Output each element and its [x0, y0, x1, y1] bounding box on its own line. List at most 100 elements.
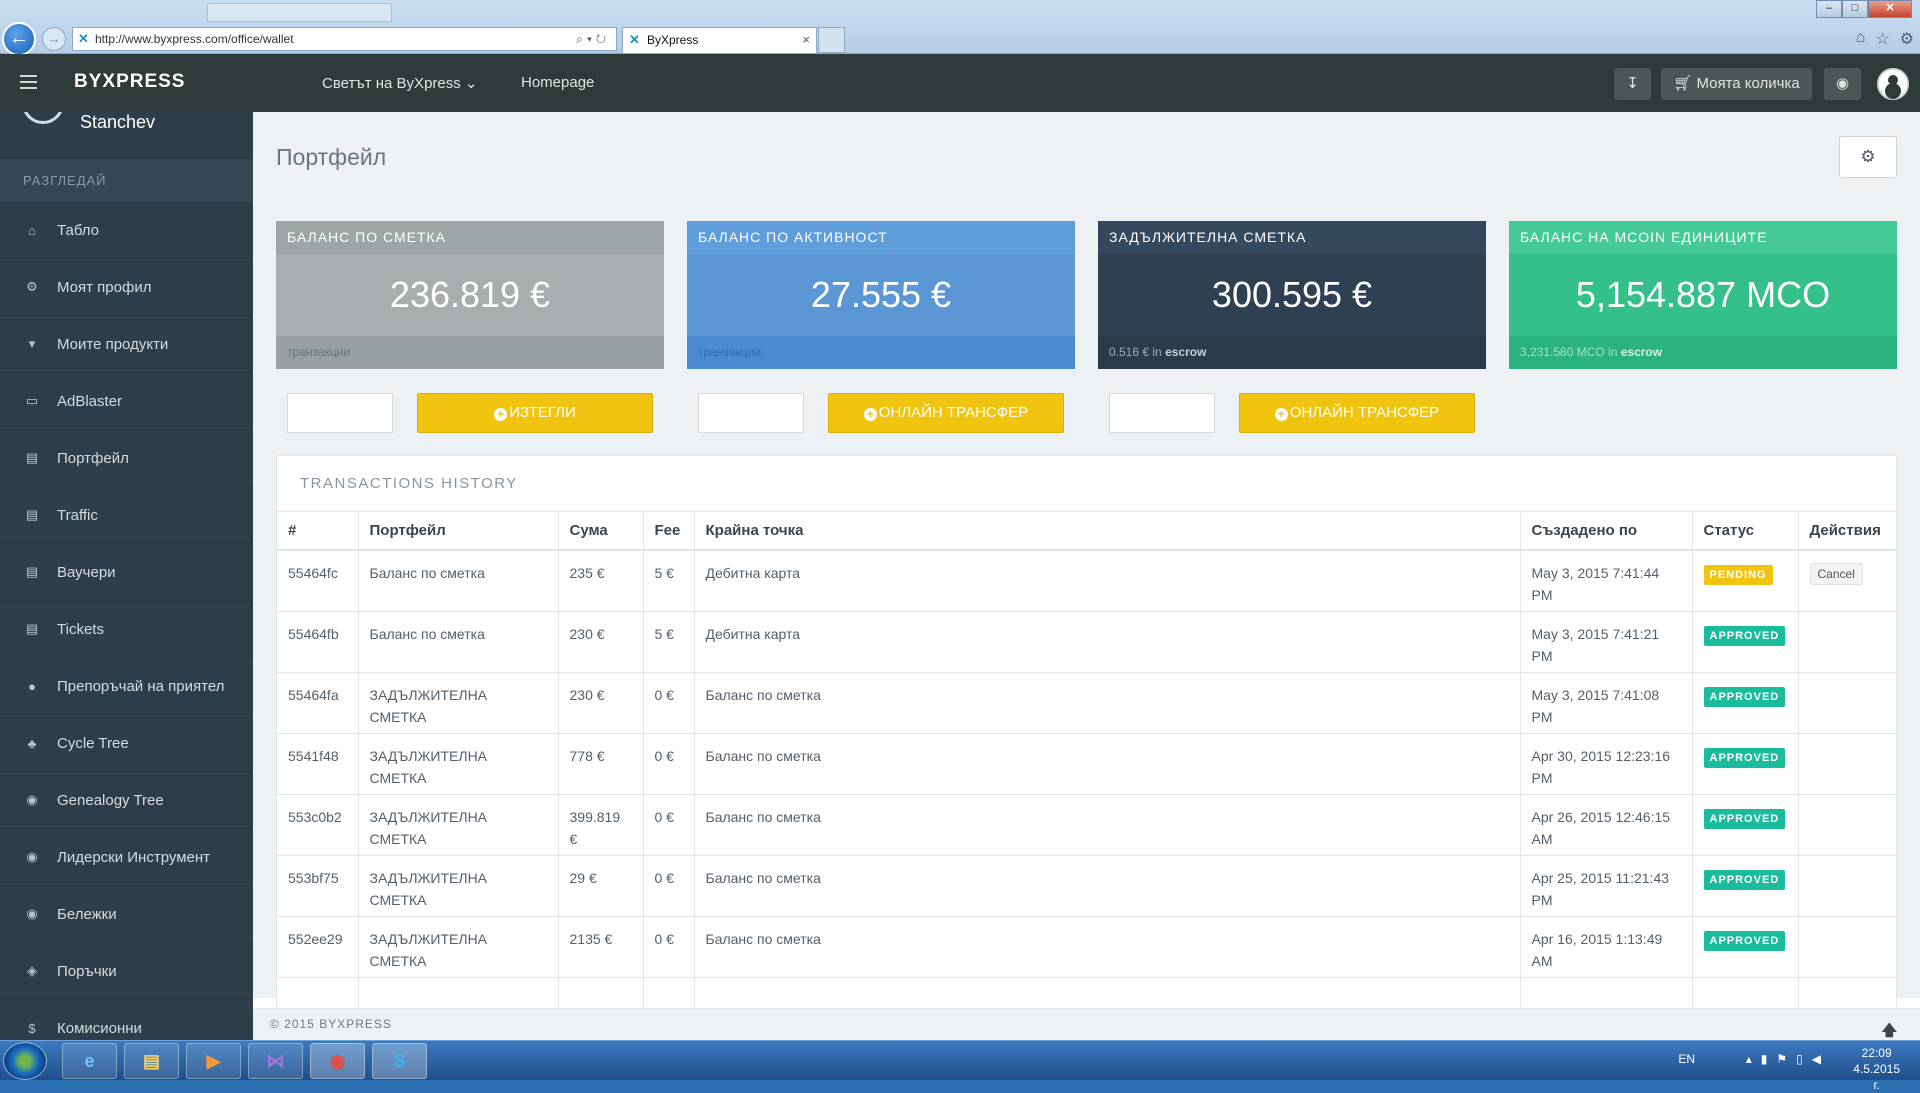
sidebar-user-name[interactable]: Stanchev [80, 112, 155, 133]
settings-gear-icon[interactable]: ⚙ [1900, 29, 1914, 49]
cell-id: 55464fa [277, 672, 359, 734]
favorites-star-icon[interactable]: ☆ [1875, 29, 1889, 49]
withdraw-amount-input[interactable] [287, 393, 393, 433]
nav-world-dropdown[interactable]: Светът на ByXpress ⌄ [322, 74, 477, 92]
sidebar-item-traffic[interactable]: ▤ Traffic [0, 487, 253, 544]
start-button[interactable] [3, 1042, 47, 1080]
column-header-created[interactable]: Създадено по [1520, 512, 1693, 551]
cell-status: PENDING [1692, 550, 1799, 612]
mandatory-transfer-amount-input[interactable] [1109, 393, 1215, 433]
sidebar-item-vouchers[interactable]: ▤ Ваучери [0, 544, 253, 601]
sidebar-avatar[interactable] [22, 112, 64, 124]
mandatory-online-transfer-button[interactable]: + ОНЛАЙН ТРАНСФЕР [1239, 393, 1475, 433]
cell-wallet: ЗАДЪЛЖИТЕЛНА СМЕТКА [358, 916, 559, 978]
sidebar-item-profile[interactable]: ⚙ Моят профил [0, 259, 253, 316]
table-row: 552ee29 ЗАДЪЛЖИТЕЛНА СМЕТКА 2135 € 0 € Б… [277, 916, 1897, 978]
user-avatar-button[interactable] [1877, 68, 1909, 100]
plus-circle-icon: + [863, 408, 877, 421]
background-tab[interactable] [207, 3, 392, 22]
sidebar-item-tickets[interactable]: ▤ Tickets [0, 601, 253, 658]
stat-footer-link[interactable]: транзакции [687, 336, 1075, 369]
cell-amount: 29 € [558, 855, 644, 917]
sidebar-item-adblaster[interactable]: ▭ AdBlaster [0, 373, 253, 430]
maximize-button[interactable]: □ [1842, 0, 1868, 18]
tree-icon: ♣ [27, 735, 37, 751]
address-bar[interactable]: ✕ http://www.byxpress.com/office/wallet … [72, 27, 617, 51]
sidebar-item-commissions[interactable]: $ Комисионни [0, 1000, 253, 1040]
menu-toggle-icon[interactable] [20, 75, 37, 89]
cell-fee: 0 € [643, 855, 695, 917]
file-explorer-taskbar-icon[interactable]: ▤ [124, 1043, 179, 1079]
home-icon: ⌂ [28, 222, 36, 238]
sidebar-item-orders[interactable]: ◈ Поръчки [0, 943, 253, 1000]
column-header-status[interactable]: Статус [1692, 512, 1799, 551]
card-icon: ▤ [25, 507, 39, 522]
plus-circle-icon: + [1274, 408, 1288, 421]
online-transfer-button-label: ОНЛАЙН ТРАНСФЕР [878, 404, 1029, 421]
new-tab-button[interactable] [818, 27, 845, 53]
brand-logo[interactable]: BYXPRESS [74, 71, 185, 93]
language-button[interactable]: ◉ [1824, 68, 1861, 100]
address-controls[interactable]: ⌕▾↻ [576, 28, 610, 50]
sidebar-item-label: Портфейл [57, 449, 129, 467]
cart-button[interactable]: 🛒︎ Моята количка [1661, 68, 1812, 100]
stat-footer-link[interactable]: транзакции [276, 336, 664, 369]
sidebar-item-cycle-tree[interactable]: ♣ Cycle Tree [0, 715, 253, 772]
active-tab[interactable]: ✕ ByXpress × [622, 27, 817, 53]
cell-actions: Cancel [1798, 550, 1897, 612]
back-button[interactable]: ← [2, 22, 36, 56]
sidebar-item-products[interactable]: ▾ Моите продукти [0, 316, 253, 373]
tab-close-icon[interactable]: × [802, 28, 810, 52]
scroll-top-icon[interactable]: 🡅 [1882, 1015, 1898, 1040]
tab-title: ByXpress [647, 33, 699, 47]
cell-status: APPROVED [1692, 916, 1799, 978]
page-settings-button[interactable]: ⚙ [1839, 136, 1897, 178]
forward-button[interactable]: → [42, 27, 66, 51]
home-icon[interactable]: ⌂ [1856, 29, 1866, 49]
sidebar-item-genealogy-tree[interactable]: ◉ Genealogy Tree [0, 772, 253, 829]
column-header-id[interactable]: # [277, 512, 359, 551]
sidebar-item-leader-tool[interactable]: ◉ Лидерски Инструмент [0, 829, 253, 886]
column-header-wallet[interactable]: Портфейл [358, 512, 559, 551]
language-indicator[interactable]: EN [1678, 1052, 1695, 1066]
stat-heading: БАЛАНС НА MCOIN ЕДИНИЦИТЕ [1509, 221, 1897, 254]
sidebar-item-label: Traffic [57, 506, 98, 524]
tray-icons[interactable]: ▴▮⚑▯◀ [1746, 1052, 1830, 1066]
clock-date: 4.5.2015 г. [1853, 1062, 1900, 1092]
column-header-fee[interactable]: Fee [643, 512, 695, 551]
sidebar-item-wallet[interactable]: ▤ Портфейл [0, 430, 253, 487]
sidebar-item-label: Cycle Tree [57, 734, 129, 752]
stat-footer-escrow: escrow [1165, 345, 1207, 359]
transactions-history-panel: TRANSACTIONS HISTORY # Портфейл Сума Fee… [276, 455, 1897, 1018]
sidebar-item-label: Бележки [57, 905, 117, 923]
close-window-button[interactable]: ✕ [1868, 0, 1912, 18]
column-header-amount[interactable]: Сума [558, 512, 644, 551]
internet-explorer-taskbar-icon[interactable]: e [62, 1043, 117, 1079]
media-player-taskbar-icon[interactable]: ▶ [186, 1043, 241, 1079]
online-transfer-button[interactable]: + ОНЛАЙН ТРАНСФЕР [828, 393, 1064, 433]
cell-endpoint: Баланс по сметка [694, 855, 1521, 917]
column-header-endpoint[interactable]: Крайна точка [694, 512, 1521, 551]
address-url: http://www.byxpress.com/office/wallet [95, 32, 294, 46]
taskbar-clock[interactable]: 22:09 4.5.2015 г. [1853, 1045, 1900, 1093]
stat-footer-text: транзакции [698, 345, 762, 359]
cell-amount: 230 € [558, 611, 644, 673]
status-badge: APPROVED [1703, 747, 1786, 768]
cancel-button[interactable]: Cancel [1809, 563, 1863, 585]
skype-taskbar-icon[interactable]: S [372, 1043, 427, 1079]
sidebar-item-dashboard[interactable]: ⌂ Табло [0, 202, 253, 259]
table-row: 55464fb Баланс по сметка 230 € 5 € Дебит… [277, 611, 1897, 673]
withdraw-button[interactable]: + ИЗТЕГЛИ [417, 393, 653, 433]
sidebar-item-refer-friend[interactable]: ● Препоръчай на приятел [0, 658, 253, 715]
nav-homepage-link[interactable]: Homepage [521, 74, 594, 91]
minimize-button[interactable]: – [1816, 0, 1842, 18]
stat-card-mandatory-account: ЗАДЪЛЖИТЕЛНА СМЕТКА 300.595 € 0.516 € in… [1098, 221, 1486, 369]
chrome-taskbar-icon[interactable]: ◉ [310, 1043, 365, 1079]
transfer-amount-input[interactable] [698, 393, 804, 433]
sidebar-item-notes[interactable]: ◉ Бележки [0, 886, 253, 943]
stat-heading: ЗАДЪЛЖИТЕЛНА СМЕТКА [1098, 221, 1486, 254]
cell-endpoint: Дебитна карта [694, 550, 1521, 612]
cell-amount: 235 € [558, 550, 644, 612]
download-button[interactable]: ↧ [1614, 68, 1651, 100]
visual-studio-taskbar-icon[interactable]: ⋈ [248, 1043, 303, 1079]
